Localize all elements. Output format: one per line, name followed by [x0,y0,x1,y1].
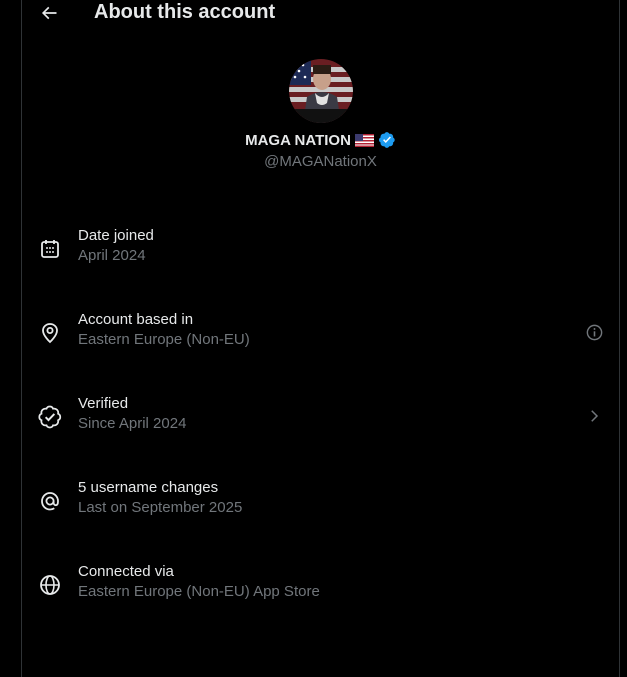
us-flag-icon [354,133,374,147]
header: About this account [22,0,619,28]
display-name: MAGA NATION [245,131,351,149]
display-name-row: MAGA NATION [22,131,619,149]
verified-row[interactable]: Verified Since April 2024 [22,387,619,451]
chevron-right-icon [585,407,603,425]
connected-via-row: Connected via Eastern Europe (Non-EU) Ap… [22,555,619,619]
row-label: Account based in [78,311,194,328]
at-sign-icon [38,489,62,513]
account-based-in-row: Account based in Eastern Europe (Non-EU) [22,303,619,367]
row-value: Eastern Europe (Non-EU) [78,331,250,348]
verified-chevron-button[interactable] [583,405,605,427]
row-value: April 2024 [78,247,146,264]
row-label: Connected via [78,563,174,580]
date-joined-row: Date joined April 2024 [22,219,619,283]
handle: @MAGANationX [264,153,377,170]
calendar-icon [38,237,62,261]
info-icon [585,323,604,342]
back-button[interactable] [36,0,62,26]
verified-check-icon [38,405,62,429]
location-pin-icon [38,321,62,345]
verified-badge-icon[interactable] [378,131,396,149]
row-label: Verified [78,395,129,412]
row-label: Date joined [78,227,154,244]
avatar[interactable] [289,59,353,123]
about-account-panel: About this account MAGA NATION @MAGANati… [21,0,620,677]
info-button[interactable] [583,321,605,343]
arrow-left-icon [39,3,59,23]
row-label: 5 username changes [78,479,219,496]
row-value: Last on September 2025 [78,499,243,516]
page-title: About this account [94,1,276,23]
globe-icon [38,573,62,597]
row-value: Since April 2024 [78,415,187,432]
row-value: Eastern Europe (Non-EU) App Store [78,583,320,600]
username-changes-row: 5 username changes Last on September 202… [22,471,619,535]
